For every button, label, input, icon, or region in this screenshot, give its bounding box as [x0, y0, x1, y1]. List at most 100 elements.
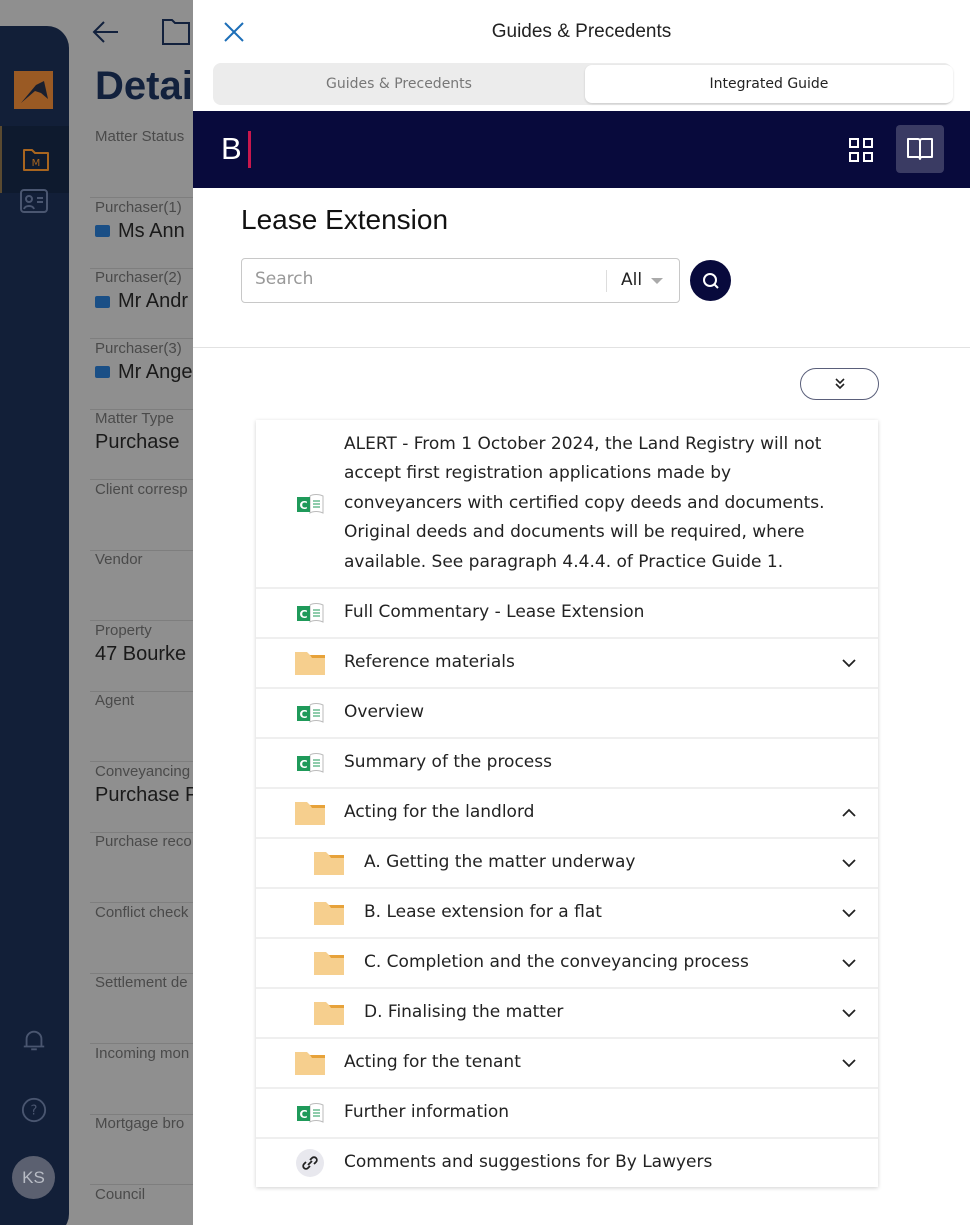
list-item[interactable]: C Summary of the process	[256, 737, 878, 787]
list-item-label: D. Finalising the matter	[364, 1002, 564, 1023]
field-6[interactable]: Vendor	[90, 551, 193, 621]
double-chevron-down-icon	[834, 378, 845, 390]
field-15[interactable]: Council	[90, 1186, 193, 1225]
list-item[interactable]: Reference materials	[256, 637, 878, 687]
search-box: All	[241, 258, 680, 303]
field-label: Vendor	[95, 551, 143, 568]
list-item[interactable]: C Further information	[256, 1087, 878, 1137]
search-filter-select[interactable]: All	[621, 270, 642, 290]
chevron-down-icon[interactable]	[842, 958, 856, 968]
list-item-label: Acting for the landlord	[344, 802, 535, 823]
chevron-down-icon[interactable]	[842, 908, 856, 918]
field-value: Ms Ann	[95, 220, 185, 243]
field-2[interactable]: Purchaser(2) Mr Andr	[90, 269, 193, 339]
panel-title: Guides & Precedents	[491, 21, 672, 42]
folder-icon	[295, 802, 325, 825]
field-9[interactable]: Conveyancing Purchase P	[90, 763, 193, 833]
list-item-label: B. Lease extension for a flat	[364, 902, 602, 923]
field-13[interactable]: Incoming mon	[90, 1045, 193, 1115]
brand-logo: B	[221, 131, 242, 166]
list-item[interactable]: C. Completion and the conveyancing proce…	[256, 937, 878, 987]
contact-card-icon[interactable]	[20, 188, 48, 214]
folder-icon	[314, 902, 344, 925]
back-arrow-icon[interactable]	[90, 16, 122, 48]
sidebar-item-matters[interactable]: M	[0, 126, 69, 193]
svg-text:C: C	[299, 708, 307, 721]
list-item-label: Acting for the tenant	[344, 1052, 521, 1073]
divider	[193, 347, 970, 348]
chevron-down-icon[interactable]	[842, 1008, 856, 1018]
field-value-text: Purchase P	[95, 783, 193, 806]
folder-icon	[314, 952, 344, 975]
field-value: 47 Bourke	[95, 643, 186, 666]
list-item[interactable]: A. Getting the matter underway	[256, 837, 878, 887]
search-icon	[702, 272, 719, 289]
field-label: Incoming mon	[95, 1044, 190, 1062]
chevron-down-icon[interactable]	[842, 858, 856, 868]
matter-folder-icon: M	[23, 149, 49, 171]
list-item-label: Overview	[344, 702, 425, 723]
list-item-label: Further information	[344, 1102, 510, 1123]
user-avatar[interactable]: KS	[12, 1156, 55, 1199]
bell-icon[interactable]	[20, 1027, 48, 1053]
guide-heading: Lease Extension	[241, 204, 449, 235]
list-item[interactable]: Acting for the tenant	[256, 1037, 878, 1087]
folder-icon	[314, 1002, 344, 1025]
search-button[interactable]	[690, 260, 731, 301]
field-label: Matter Status	[95, 128, 185, 145]
search-input[interactable]	[255, 269, 595, 289]
book-button[interactable]	[896, 125, 944, 173]
field-value: Purchase P	[95, 784, 193, 807]
contact-icon	[95, 295, 110, 308]
field-3[interactable]: Purchaser(3) Mr Ange	[90, 340, 193, 410]
list-item[interactable]: B. Lease extension for a flat	[256, 887, 878, 937]
list-item[interactable]: C Full Commentary - Lease Extension	[256, 587, 878, 637]
expand-all-button[interactable]	[800, 368, 879, 400]
chevron-down-icon[interactable]	[842, 1058, 856, 1068]
field-1[interactable]: Purchaser(1) Ms Ann	[90, 199, 193, 269]
chevron-up-icon[interactable]	[842, 808, 856, 818]
field-label: Purchaser(2)	[95, 269, 182, 286]
list-item[interactable]: D. Finalising the matter	[256, 987, 878, 1037]
field-value: Purchase	[95, 431, 180, 454]
field-label: Purchase reco	[95, 833, 192, 850]
list-item[interactable]: C Overview	[256, 687, 878, 737]
folder-icon	[295, 1052, 325, 1075]
commentary-icon: C	[297, 493, 324, 514]
help-icon[interactable]: ?	[20, 1097, 48, 1123]
chevron-down-icon[interactable]	[842, 658, 856, 668]
grid-icon[interactable]	[848, 137, 874, 163]
field-label: Settlement de	[95, 974, 188, 991]
tab-integrated-guide[interactable]: Integrated Guide	[585, 65, 953, 103]
field-label: Agent	[95, 692, 135, 709]
field-5[interactable]: Client corresp	[90, 481, 193, 551]
svg-text:?: ?	[31, 1104, 38, 1119]
field-8[interactable]: Agent	[90, 692, 193, 762]
field-value: Mr Andr	[95, 290, 188, 313]
tab-switcher: Guides & Precedents Integrated Guide	[213, 63, 953, 105]
brand-header: B	[193, 111, 970, 188]
field-14[interactable]: Mortgage bro	[90, 1115, 193, 1185]
field-7[interactable]: Property 47 Bourke	[90, 622, 193, 692]
matter-search-icon[interactable]	[161, 16, 193, 48]
list-item[interactable]: Acting for the landlord	[256, 787, 878, 837]
contact-icon	[95, 225, 110, 237]
tab-guides-precedents[interactable]: Guides & Precedents	[215, 65, 583, 103]
svg-text:C: C	[299, 608, 307, 621]
field-12[interactable]: Settlement de	[90, 974, 193, 1044]
list-item[interactable]: Comments and suggestions for By Lawyers	[256, 1137, 878, 1187]
field-4[interactable]: Matter Type Purchase	[90, 410, 193, 480]
field-label: Client corresp	[95, 480, 188, 498]
svg-text:C: C	[299, 1108, 307, 1121]
link-icon	[296, 1149, 324, 1177]
alert-item[interactable]: C ALERT - From 1 October 2024, the Land R…	[256, 420, 878, 587]
background-app: M ? KS Detai Matter Status Purchaser(1) Ms…	[0, 0, 193, 1225]
field-label: Conflict check	[95, 903, 189, 921]
field-10[interactable]: Purchase reco	[90, 833, 193, 903]
list-item-label: Comments and suggestions for By Lawyers	[344, 1152, 713, 1173]
field-0[interactable]: Matter Status	[90, 128, 193, 198]
field-11[interactable]: Conflict check	[90, 904, 193, 974]
field-value-text: Mr Andr	[118, 290, 189, 312]
caret-down-icon[interactable]	[651, 278, 663, 284]
list-item-label: Reference materials	[344, 652, 515, 673]
